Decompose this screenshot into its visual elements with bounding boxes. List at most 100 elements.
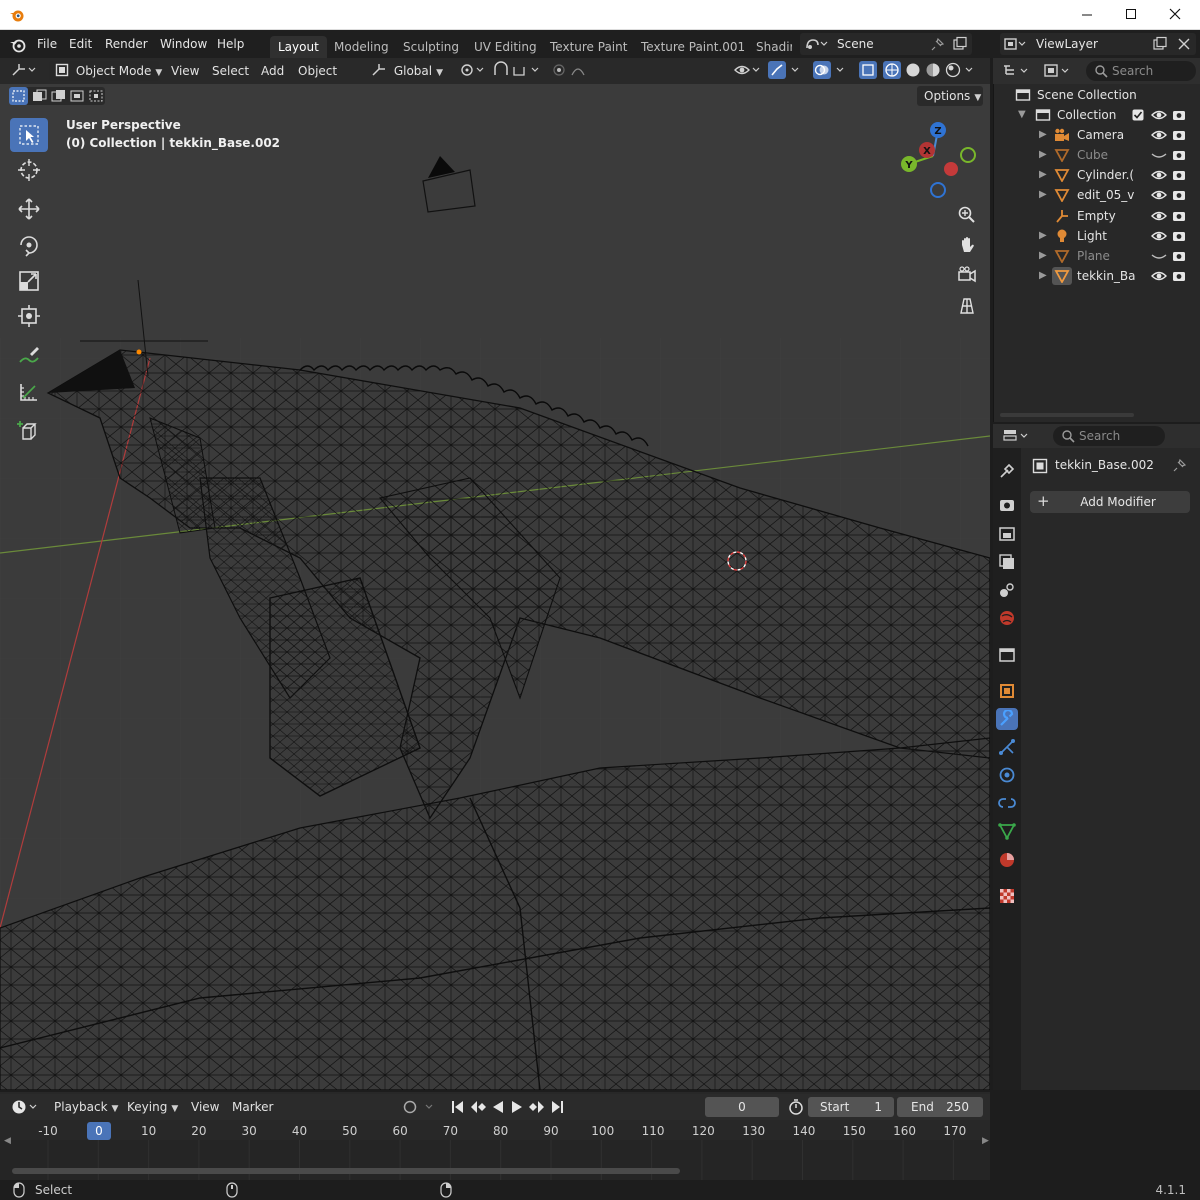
add-cube-tool[interactable] bbox=[10, 414, 48, 448]
object-name[interactable]: tekkin_Base.002 bbox=[1055, 458, 1154, 472]
outliner-item-tekkin[interactable]: ▶ tekkin_Ba bbox=[993, 266, 1200, 286]
select-invert-icon[interactable] bbox=[68, 87, 87, 105]
tab-scene[interactable] bbox=[996, 579, 1018, 601]
menu-playback[interactable]: Playback ▼ bbox=[54, 1097, 118, 1117]
timeline-scrollbar[interactable] bbox=[12, 1168, 680, 1174]
overlays-toggle[interactable] bbox=[813, 61, 849, 81]
eye-closed-icon[interactable] bbox=[1151, 249, 1167, 263]
render-camera-icon[interactable] bbox=[1171, 188, 1187, 202]
auto-keying-icon[interactable] bbox=[402, 1099, 438, 1115]
eye-closed-icon[interactable] bbox=[1151, 148, 1167, 162]
scale-tool[interactable] bbox=[10, 264, 48, 298]
chevron-right-icon[interactable]: ▶ bbox=[1039, 125, 1047, 145]
tab-data[interactable] bbox=[996, 820, 1018, 842]
tab-particles[interactable] bbox=[996, 736, 1018, 758]
camera-view-button[interactable] bbox=[953, 261, 981, 289]
tab-output[interactable] bbox=[996, 523, 1018, 545]
minimize-button[interactable] bbox=[1064, 0, 1110, 30]
display-mode-icon[interactable] bbox=[1043, 63, 1073, 79]
render-camera-icon[interactable] bbox=[1171, 128, 1187, 142]
select-intersect-icon[interactable] bbox=[87, 87, 106, 105]
tab-tool[interactable] bbox=[996, 460, 1018, 482]
select-subtract-icon[interactable] bbox=[49, 87, 68, 105]
tab-constraints[interactable] bbox=[996, 792, 1018, 814]
properties-search-input[interactable]: Search bbox=[1053, 426, 1165, 446]
rotate-tool[interactable] bbox=[10, 228, 48, 262]
outliner-editor-icon[interactable] bbox=[1002, 63, 1032, 79]
chevron-right-icon[interactable]: ▶ bbox=[1039, 226, 1047, 246]
gizmo-neg-y[interactable] bbox=[960, 147, 976, 163]
outliner-item-edit05[interactable]: ▶ edit_05_v bbox=[993, 185, 1200, 205]
tab-layout[interactable]: Layout bbox=[270, 36, 327, 58]
chevron-right-icon[interactable]: ▶ bbox=[1039, 145, 1047, 165]
eye-icon[interactable] bbox=[1151, 168, 1167, 182]
select-extend-icon[interactable] bbox=[30, 87, 49, 105]
outliner-search-input[interactable]: Search bbox=[1086, 61, 1196, 81]
view-layer-selector[interactable]: ViewLayer bbox=[1000, 33, 1196, 55]
pin-icon[interactable] bbox=[931, 37, 945, 51]
play-icon[interactable] bbox=[512, 1101, 522, 1113]
outliner-item-empty[interactable]: Empty bbox=[993, 206, 1200, 226]
add-modifier-button[interactable]: + Add Modifier bbox=[1030, 491, 1190, 513]
annotate-tool[interactable] bbox=[10, 339, 48, 373]
outliner-scene-collection[interactable]: Scene Collection bbox=[993, 85, 1200, 105]
playhead-frame-indicator[interactable]: 0 bbox=[87, 1122, 111, 1140]
new-scene-icon[interactable] bbox=[952, 36, 968, 52]
tab-texture-paint[interactable]: Texture Paint bbox=[542, 36, 635, 58]
close-button[interactable] bbox=[1152, 0, 1198, 30]
snap-toggle[interactable] bbox=[492, 61, 542, 81]
eye-icon[interactable] bbox=[1151, 269, 1167, 283]
zoom-button[interactable] bbox=[953, 201, 981, 229]
chevron-right-icon[interactable]: ▶ bbox=[1039, 246, 1047, 266]
menu-keying[interactable]: Keying ▼ bbox=[127, 1097, 178, 1117]
checkbox-icon[interactable] bbox=[1132, 109, 1144, 121]
options-dropdown[interactable]: Options ▼ bbox=[917, 86, 983, 106]
timeline-tracks[interactable] bbox=[0, 1140, 990, 1180]
eye-icon[interactable] bbox=[1151, 209, 1167, 223]
outliner-item-cylinder[interactable]: ▶ Cylinder.( bbox=[993, 165, 1200, 185]
menu-edit[interactable]: Edit bbox=[69, 37, 92, 51]
tab-texture-paint-001[interactable]: Texture Paint.001 bbox=[633, 36, 753, 58]
tab-modeling[interactable]: Modeling bbox=[326, 36, 397, 58]
proportional-editing-button[interactable] bbox=[550, 61, 600, 81]
stopwatch-icon[interactable] bbox=[787, 1098, 805, 1116]
transform-tool[interactable] bbox=[10, 299, 48, 333]
xray-toggle[interactable] bbox=[859, 61, 879, 81]
select-new-button[interactable] bbox=[9, 87, 28, 105]
new-view-layer-icon[interactable] bbox=[1152, 36, 1168, 52]
gizmo-neg-z[interactable] bbox=[930, 182, 946, 198]
navigation-gizmo[interactable]: Z Y X bbox=[893, 118, 983, 204]
maximize-button[interactable] bbox=[1108, 0, 1154, 30]
scene-selector[interactable]: Scene bbox=[800, 33, 972, 55]
outliner-collection[interactable]: ▼ Collection bbox=[993, 105, 1200, 125]
shading-rendered-button[interactable] bbox=[944, 61, 980, 81]
gizmo-toggle[interactable] bbox=[768, 61, 804, 81]
tab-material[interactable] bbox=[996, 849, 1018, 871]
outliner-item-light[interactable]: ▶ Light bbox=[993, 226, 1200, 246]
jump-keyframe-forward-icon[interactable] bbox=[529, 1101, 544, 1113]
tab-modifiers[interactable] bbox=[996, 708, 1018, 730]
outliner-scrollbar[interactable] bbox=[1000, 413, 1134, 417]
render-camera-icon[interactable] bbox=[1171, 209, 1187, 223]
end-frame-field[interactable]: End 250 bbox=[897, 1097, 983, 1117]
tab-world[interactable] bbox=[996, 607, 1018, 629]
menu-help[interactable]: Help bbox=[217, 37, 244, 51]
properties-editor-icon[interactable] bbox=[1002, 428, 1032, 444]
select-box-tool[interactable] bbox=[10, 118, 48, 152]
pan-button[interactable] bbox=[953, 231, 981, 259]
tab-view-layer[interactable] bbox=[996, 551, 1018, 573]
blender-menu-icon[interactable] bbox=[9, 37, 27, 53]
menu-view[interactable]: View bbox=[171, 61, 199, 81]
menu-window[interactable]: Window bbox=[160, 37, 207, 51]
shading-wireframe-button[interactable] bbox=[883, 61, 903, 81]
eye-icon[interactable] bbox=[1151, 128, 1167, 142]
timeline-editor-icon[interactable] bbox=[10, 1098, 40, 1116]
tab-shading[interactable]: Shadir bbox=[748, 36, 792, 58]
play-reverse-icon[interactable] bbox=[493, 1101, 503, 1113]
eye-icon[interactable] bbox=[1151, 229, 1167, 243]
menu-render[interactable]: Render bbox=[105, 37, 148, 51]
jump-keyframe-back-icon[interactable] bbox=[471, 1101, 486, 1113]
chevron-left-icon[interactable]: ◀ bbox=[4, 1136, 11, 1146]
view-layer-name[interactable]: ViewLayer bbox=[1036, 37, 1098, 51]
tab-physics[interactable] bbox=[996, 764, 1018, 786]
